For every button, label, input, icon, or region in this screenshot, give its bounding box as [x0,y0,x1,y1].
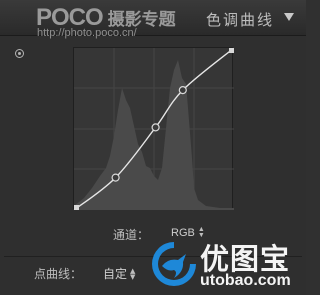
point-curve-value: 自定 [103,267,128,281]
curve-control-point[interactable] [151,123,160,132]
point-curve-select[interactable]: 自定 ▲ ▼ [103,265,135,282]
bird-logo-bird [162,254,186,278]
curve-control-point[interactable] [229,48,234,53]
panel-title: 色调曲线 [206,11,275,29]
curve-svg [74,48,234,210]
point-curve-label: 点曲线： [34,267,83,281]
bird-logo-icon [152,242,196,286]
curve-control-point[interactable] [111,173,120,182]
tone-curve-panel: POCO 摄影专题 http://photo.poco.cn/ 色调曲线 通道：… [0,0,306,295]
triangle-down-icon[interactable] [284,13,294,21]
channel-label: 通道： [113,228,150,242]
curve-control-point[interactable] [178,86,187,95]
panel-header[interactable]: POCO 摄影专题 http://photo.poco.cn/ 色调曲线 [0,0,306,39]
watermark-url: utobao.com [200,272,291,289]
updown-arrows-icon: ▲ ▼ [130,266,136,281]
tone-curve-graph[interactable] [73,47,234,210]
site-url: http://photo.poco.cn/ [37,27,137,39]
curve-control-point[interactable] [74,205,79,210]
utobao-watermark: 优图宝 utobao.com [148,236,306,295]
target-adjust-icon[interactable] [15,49,24,58]
